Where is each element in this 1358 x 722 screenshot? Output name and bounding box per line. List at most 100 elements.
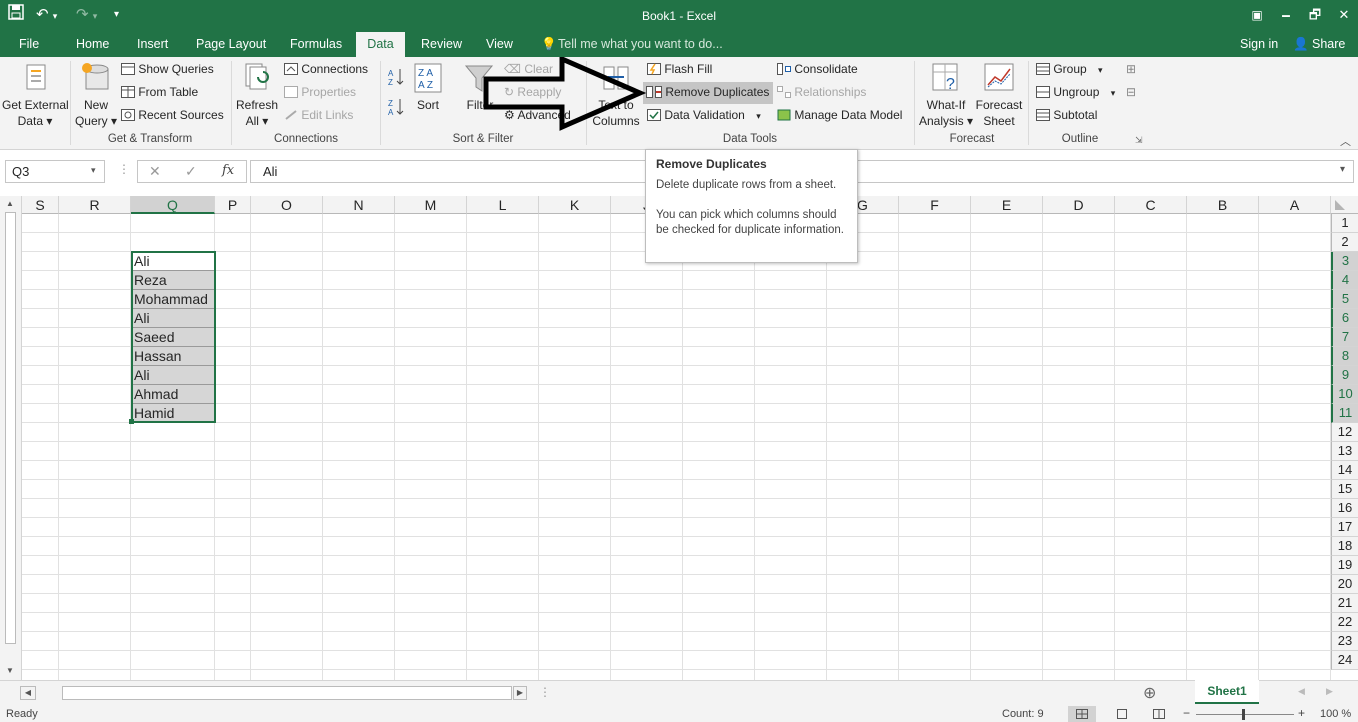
row-header[interactable]: 9 [1331,366,1358,385]
get-external-data-button[interactable]: Get External Data ▾ [2,61,69,131]
column-header[interactable]: Q [131,196,215,214]
properties-button[interactable]: Properties [284,85,356,99]
page-layout-view-icon[interactable] [1116,709,1128,719]
column-header[interactable]: D [1043,196,1115,214]
zoom-slider-thumb[interactable] [1242,709,1245,720]
group-button[interactable]: Group ▾ [1036,62,1103,77]
connections-button[interactable]: Connections [284,62,368,76]
page-break-view-icon[interactable] [1153,709,1165,719]
row-header[interactable]: 24 [1331,651,1358,670]
data-validation-button[interactable]: Data Validation ▾ [647,108,761,123]
vertical-scrollbar[interactable]: ▲ ▼ [0,196,22,680]
remove-duplicates-button[interactable]: Remove Duplicates [643,82,773,104]
share-button[interactable]: Share [1312,37,1345,57]
ribbon-display-icon[interactable]: ▣ [1243,3,1271,27]
scroll-up-icon[interactable]: ▲ [6,199,14,208]
column-header[interactable]: F [899,196,971,214]
tab-home[interactable]: Home [76,37,109,57]
column-header[interactable]: M [395,196,467,214]
sign-in-link[interactable]: Sign in [1240,37,1278,57]
column-header[interactable]: O [251,196,323,214]
row-header[interactable]: 21 [1331,594,1358,613]
row-header[interactable]: 14 [1331,461,1358,480]
recent-sources-button[interactable]: Recent Sources [121,108,224,122]
show-queries-button[interactable]: Show Queries [121,62,214,76]
row-header[interactable]: 12 [1331,423,1358,442]
row-header[interactable]: 7 [1331,328,1358,347]
row-header[interactable]: 6 [1331,309,1358,328]
name-box[interactable]: Q3 [5,160,105,183]
zoom-level[interactable]: 100 % [1320,708,1351,720]
tab-scroll-left-icon[interactable]: ◀ [1298,686,1305,697]
row-header[interactable]: 11 [1331,404,1358,423]
column-header[interactable]: C [1115,196,1187,214]
row-header[interactable]: 20 [1331,575,1358,594]
sort-za-button[interactable]: ZA [387,97,405,120]
normal-view-button[interactable] [1068,706,1096,722]
column-header[interactable]: R [59,196,131,214]
row-header[interactable]: 5 [1331,290,1358,309]
column-header[interactable]: K [539,196,611,214]
column-header[interactable]: L [467,196,539,214]
collapse-ribbon-icon[interactable]: ︿ [1340,133,1351,149]
tab-data[interactable]: Data [356,32,405,58]
row-header[interactable]: 19 [1331,556,1358,575]
row-header[interactable]: 18 [1331,537,1358,556]
row-header[interactable]: 22 [1331,613,1358,632]
scroll-right-icon[interactable]: ▶ [513,686,527,700]
edit-links-button[interactable]: Edit Links [284,108,353,122]
fill-handle[interactable] [129,419,134,424]
tab-scroll-right-icon[interactable]: ▶ [1326,686,1333,697]
ungroup-button[interactable]: Ungroup ▾ [1036,85,1115,100]
insert-function-icon[interactable]: fx [222,163,234,178]
name-box-dropdown-icon[interactable]: ▾ [91,165,96,176]
zoom-slider[interactable] [1196,714,1294,715]
column-header[interactable]: E [971,196,1043,214]
dialog-launcher-icon[interactable]: ⇲ [1135,135,1143,146]
row-header[interactable]: 17 [1331,518,1358,537]
row-header[interactable]: 10 [1331,385,1358,404]
show-detail-icon[interactable]: ⊞ [1126,62,1136,76]
hide-detail-icon[interactable]: ⊟ [1126,85,1136,99]
scroll-down-icon[interactable]: ▼ [6,666,14,675]
restore-button[interactable]: 🗗 [1301,3,1329,27]
cancel-icon[interactable]: ✕ [149,163,161,180]
sheet-tab-sheet1[interactable]: Sheet1 [1195,680,1259,704]
zoom-out-icon[interactable]: − [1183,706,1190,720]
row-header[interactable]: 23 [1331,632,1358,651]
horizontal-scrollbar[interactable] [62,686,512,700]
subtotal-button[interactable]: Subtotal [1036,108,1097,122]
column-header[interactable]: B [1187,196,1259,214]
row-header[interactable]: 8 [1331,347,1358,366]
row-header[interactable]: 2 [1331,233,1358,252]
select-all-corner[interactable] [1331,196,1358,214]
tab-page-layout[interactable]: Page Layout [196,37,266,57]
tab-view[interactable]: View [486,37,513,57]
tell-me-box[interactable]: Tell me what you want to do... [558,37,723,57]
close-button[interactable]: ✕ [1330,3,1358,27]
minimize-button[interactable]: 🗕 [1272,3,1300,27]
row-header[interactable]: 1 [1331,214,1358,233]
row-header[interactable]: 16 [1331,499,1358,518]
tab-review[interactable]: Review [421,37,462,57]
new-query-button[interactable]: New Query ▾ [74,61,118,131]
column-header[interactable]: N [323,196,395,214]
column-header[interactable]: P [215,196,251,214]
column-header[interactable]: S [22,196,59,214]
new-sheet-icon[interactable]: ⊕ [1143,683,1156,703]
sort-button[interactable]: Z AA Z Sort [410,61,446,131]
manage-data-model-button[interactable]: Manage Data Model [777,108,902,122]
flash-fill-button[interactable]: Flash Fill [647,62,712,76]
enter-icon[interactable]: ✓ [185,163,197,180]
tab-file[interactable]: File [19,37,39,57]
row-header[interactable]: 4 [1331,271,1358,290]
refresh-all-button[interactable]: Refresh All ▾ [234,61,280,131]
sort-az-button[interactable]: AZ [387,67,405,90]
row-header[interactable]: 3 [1331,252,1358,271]
tab-insert[interactable]: Insert [137,37,168,57]
column-header[interactable]: A [1259,196,1331,214]
zoom-in-icon[interactable]: + [1298,706,1305,720]
what-if-analysis-button[interactable]: ? What-If Analysis ▾ [918,61,974,131]
from-table-button[interactable]: From Table [121,85,198,99]
row-header[interactable]: 13 [1331,442,1358,461]
